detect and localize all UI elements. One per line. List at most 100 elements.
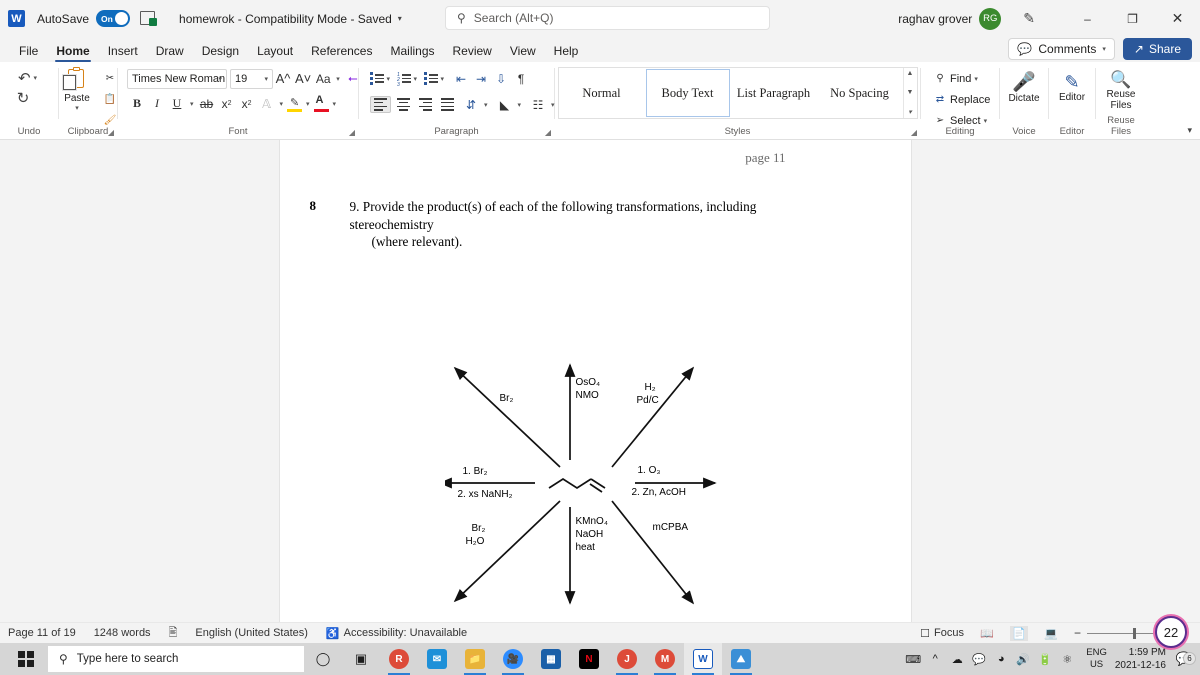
copy-icon[interactable]: 📋 xyxy=(100,89,120,110)
increase-indent-icon[interactable]: ⇥ xyxy=(471,68,491,89)
shading-icon[interactable]: ◣ xyxy=(495,94,515,115)
numbered-list-chevron-down-icon[interactable]: ▾ xyxy=(411,75,421,83)
tab-review[interactable]: Review xyxy=(444,44,501,62)
avatar[interactable]: RG xyxy=(979,7,1002,30)
style-list-paragraph[interactable]: List Paragraph xyxy=(732,69,816,117)
screen-recorder-badge[interactable]: 22 xyxy=(1155,616,1187,648)
task-view-button[interactable]: ▣ xyxy=(342,643,380,675)
tray-bluetooth-icon[interactable]: ⚛ xyxy=(1056,653,1078,666)
text-effects-icon[interactable]: 𝔸 xyxy=(257,93,277,114)
bold-button[interactable]: B xyxy=(127,93,147,114)
tray-onedrive-icon[interactable]: ☁ xyxy=(946,653,968,666)
bullet-list-chevron-down-icon[interactable]: ▾ xyxy=(384,75,394,83)
pen-icon[interactable]: ✎ xyxy=(1023,10,1035,27)
multilevel-list-chevron-down-icon[interactable]: ▾ xyxy=(438,75,448,83)
tray-volume-icon[interactable]: 🔊 xyxy=(1012,653,1034,666)
borders-icon[interactable]: ☷ xyxy=(528,94,548,115)
language-indicator[interactable]: ENG US xyxy=(1086,647,1107,671)
taskbar-app-netflix[interactable]: N xyxy=(570,643,608,675)
style-body-text[interactable]: Body Text xyxy=(645,69,730,117)
status-word-count[interactable]: 1248 words xyxy=(94,627,151,639)
proofing-icon[interactable]: 🖹 xyxy=(169,624,178,643)
sort-icon[interactable]: ⇩ xyxy=(491,68,511,89)
tray-keyboard-icon[interactable]: ⌨ xyxy=(902,653,924,666)
comments-button[interactable]: 💬 Comments ▾ xyxy=(1008,38,1115,60)
tab-home[interactable]: Home xyxy=(47,44,98,62)
search-input[interactable]: ⚲ Search (Alt+Q) xyxy=(445,6,770,30)
shrink-font-icon[interactable]: A˅ xyxy=(293,68,313,89)
paragraph-dialog-launcher-icon[interactable]: ◢ xyxy=(545,128,551,137)
document-page[interactable]: page 11 8 9. Provide the product(s) of e… xyxy=(279,140,911,622)
multilevel-list-icon[interactable] xyxy=(424,72,438,85)
paste-chevron-down-icon[interactable]: ▾ xyxy=(72,104,82,112)
align-center-button[interactable] xyxy=(394,97,413,112)
superscript-button[interactable]: x2 xyxy=(237,93,257,114)
find-chevron-down-icon[interactable]: ▾ xyxy=(971,75,981,83)
taskbar-app-zoom[interactable]: 🎥 xyxy=(494,643,532,675)
status-language[interactable]: English (United States) xyxy=(195,627,308,639)
line-spacing-icon[interactable]: ⇵ xyxy=(461,94,481,115)
font-size-input[interactable]: 19 ▾ xyxy=(230,68,273,89)
taskbar-app-microsoft-store[interactable]: ▦ xyxy=(532,643,570,675)
underline-button[interactable]: U xyxy=(167,93,187,114)
strikethrough-button[interactable]: ab xyxy=(197,93,217,114)
tab-help[interactable]: Help xyxy=(545,44,588,62)
text-highlight-icon[interactable]: ✎ xyxy=(286,94,303,113)
line-spacing-chevron-down-icon[interactable]: ▾ xyxy=(481,101,491,109)
text-effects-chevron-down-icon[interactable]: ▾ xyxy=(277,100,287,108)
status-page[interactable]: Page 11 of 19 xyxy=(8,627,76,639)
notification-center-button[interactable]: 💬 6 xyxy=(1172,651,1196,667)
styles-dialog-launcher-icon[interactable]: ◢ xyxy=(911,128,917,137)
dictate-button[interactable]: 🎤 Dictate xyxy=(1003,73,1045,104)
zoom-slider-thumb[interactable] xyxy=(1132,627,1137,639)
taskbar-app-chrome-profile-r[interactable]: R xyxy=(380,643,418,675)
tab-draw[interactable]: Draw xyxy=(147,44,193,62)
taskbar-app-word[interactable]: W xyxy=(684,643,722,675)
bullet-list-icon[interactable] xyxy=(370,72,384,85)
align-right-button[interactable] xyxy=(416,97,435,112)
change-case-icon[interactable]: Aa xyxy=(313,68,333,89)
tab-view[interactable]: View xyxy=(501,44,545,62)
reuse-files-button[interactable]: 🔍 Reuse Files xyxy=(1100,71,1142,111)
reaction-scheme-image[interactable]: Br₂ OsO₄ NMO H₂ Pd/C 1. Br₂ 2. xs NaNH₂ … xyxy=(444,355,745,615)
font-name-input[interactable]: Times New Roman ▾ xyxy=(127,68,227,89)
styles-scroll-up-icon[interactable]: ▲ xyxy=(907,70,914,77)
taskbar-app-chrome-profile-m[interactable]: M xyxy=(646,643,684,675)
close-button[interactable]: ✕ xyxy=(1155,0,1200,37)
font-dialog-launcher-icon[interactable]: ◢ xyxy=(349,128,355,137)
replace-button[interactable]: ⇄ Replace xyxy=(930,89,991,110)
undo-chevron-down-icon[interactable]: ▾ xyxy=(31,74,41,82)
status-accessibility[interactable]: Accessibility: Unavailable xyxy=(344,627,468,639)
editor-button[interactable]: ✎ Editor xyxy=(1051,73,1093,103)
cut-icon[interactable]: ✂ xyxy=(100,68,120,89)
select-chevron-down-icon[interactable]: ▾ xyxy=(981,117,991,125)
font-color-icon[interactable]: A xyxy=(313,94,330,113)
taskbar-app-photos[interactable]: ⛰ xyxy=(722,643,760,675)
clock[interactable]: 1:59 PM 2021-12-16 xyxy=(1115,646,1166,672)
redo-icon[interactable]: ↻ xyxy=(17,89,30,107)
grow-font-icon[interactable]: A^ xyxy=(273,68,293,89)
autosave-toggle[interactable]: On xyxy=(96,10,131,27)
cortana-button[interactable]: ◯ xyxy=(304,643,342,675)
styles-scrollbar[interactable]: ▲ ▼ ▾ xyxy=(902,68,917,118)
justify-button[interactable] xyxy=(438,97,457,112)
style-normal[interactable]: Normal xyxy=(560,69,644,117)
restore-button[interactable]: ❐ xyxy=(1110,0,1155,37)
shading-chevron-down-icon[interactable]: ▾ xyxy=(515,101,525,109)
highlight-chevron-down-icon[interactable]: ▾ xyxy=(303,100,313,108)
show-formatting-marks-icon[interactable]: ¶ xyxy=(511,68,531,89)
taskbar-search-input[interactable]: ⚲ Type here to search xyxy=(48,646,304,672)
tab-file[interactable]: File xyxy=(10,44,47,62)
styles-more-icon[interactable]: ▾ xyxy=(908,108,912,116)
print-layout-button[interactable]: 📄 xyxy=(1009,625,1028,641)
focus-button[interactable]: ☐ Focus xyxy=(920,627,964,640)
save-icon[interactable] xyxy=(139,10,158,27)
paste-button[interactable]: Paste ▾ xyxy=(56,67,98,112)
tab-layout[interactable]: Layout xyxy=(248,44,302,62)
start-button[interactable] xyxy=(4,651,48,667)
read-mode-button[interactable]: 📖 xyxy=(978,626,996,641)
taskbar-app-mail[interactable]: ✉ xyxy=(418,643,456,675)
underline-chevron-down-icon[interactable]: ▾ xyxy=(187,100,197,108)
tray-battery-icon[interactable]: 🔋 xyxy=(1034,653,1056,666)
tab-references[interactable]: References xyxy=(302,44,381,62)
